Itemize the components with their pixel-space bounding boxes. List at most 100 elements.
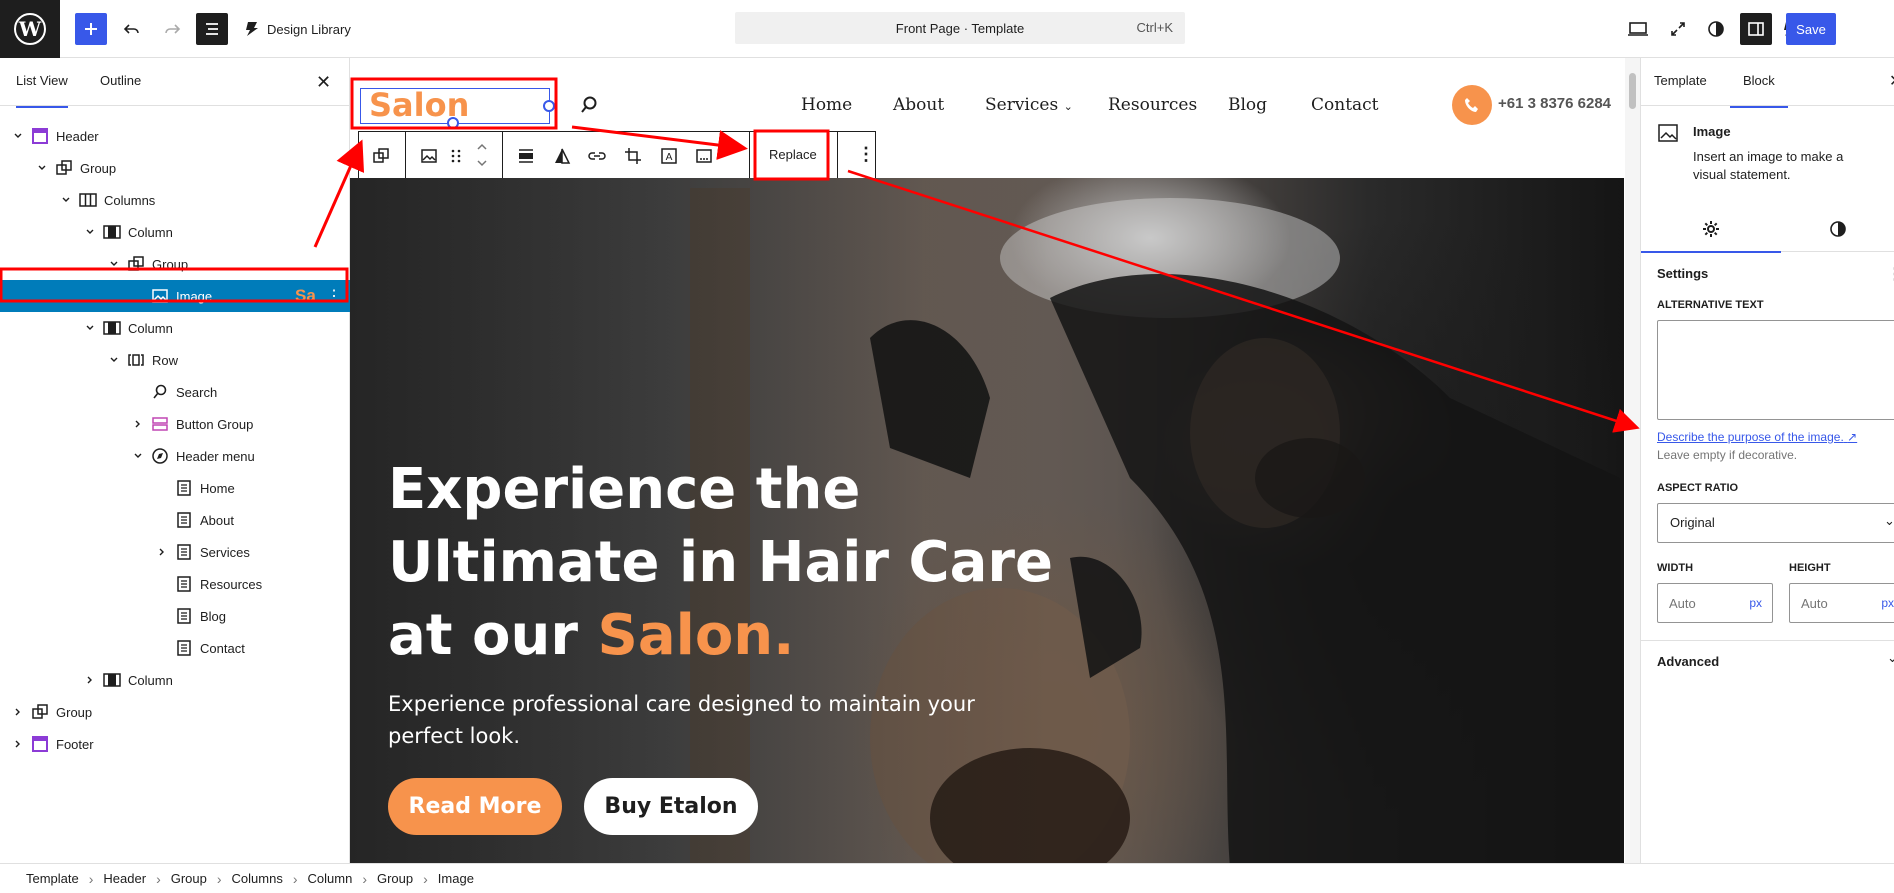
list-view-item[interactable]: Group [0,696,350,728]
width-input[interactable]: Auto px [1657,583,1773,623]
list-view-item[interactable]: About [0,504,350,536]
breadcrumb-item[interactable]: Column [308,871,353,886]
width-unit[interactable]: px [1749,596,1762,610]
breadcrumb-item[interactable]: Template [26,871,79,886]
add-block-icon[interactable] [75,13,107,45]
move-up-down-icon[interactable] [472,138,492,172]
resize-handle-right[interactable] [543,100,555,112]
chevron-down-icon[interactable] [82,224,98,240]
advanced-panel-toggle[interactable]: Advanced [1657,654,1719,669]
nav-home[interactable]: Home [801,95,852,115]
fullscreen-icon[interactable] [1662,13,1694,45]
styles-tab-icon[interactable] [1781,206,1894,252]
hero-cover[interactable]: Experience the Ultimate in Hair Care at … [350,178,1624,863]
redo-icon[interactable] [156,13,188,45]
styles-icon[interactable] [1700,13,1732,45]
crop-icon[interactable] [623,146,643,166]
save-button[interactable]: Save [1786,13,1836,45]
text-overlay-icon[interactable]: A [659,146,679,166]
list-view-item[interactable]: Row [0,344,350,376]
nav-resources[interactable]: Resources [1108,95,1197,115]
resize-handle-bottom[interactable] [447,117,459,129]
nav-contact[interactable]: Contact [1311,95,1379,115]
drag-handle-icon[interactable] [446,146,466,166]
close-icon[interactable]: ✕ [1889,71,1894,91]
breadcrumb-item[interactable]: Columns [232,871,283,886]
chevron-right-icon[interactable] [154,544,170,560]
phone-number[interactable]: +61 3 8376 6284 [1498,95,1611,112]
height-unit[interactable]: px [1881,596,1894,610]
height-input[interactable]: Auto px [1789,583,1894,623]
breadcrumb-item[interactable]: Image [438,871,474,886]
list-view-item[interactable]: Search [0,376,350,408]
chevron-down-icon[interactable]: ⌄ [1887,650,1894,666]
list-view-item[interactable]: Group [0,248,350,280]
canvas-scrollbar[interactable] [1625,58,1640,863]
phone-icon[interactable] [1452,85,1492,125]
alt-text-field[interactable] [1657,320,1894,420]
list-view-item[interactable]: Contact [0,632,350,664]
list-view-item[interactable]: Group [0,152,350,184]
command-palette-button[interactable]: Front Page · Template Ctrl+K [735,12,1185,44]
wordpress-logo-icon[interactable]: W [0,0,60,58]
list-view-item[interactable]: Button Group [0,408,350,440]
close-icon[interactable]: ✕ [316,72,331,93]
chevron-down-icon[interactable] [106,352,122,368]
chevron-right-icon[interactable] [82,672,98,688]
list-view-item[interactable]: Services [0,536,350,568]
tab-outline[interactable]: Outline [100,73,141,88]
duotone-filter-icon[interactable] [552,146,572,166]
parent-group-icon[interactable] [371,146,391,166]
settings-tab-icon[interactable] [1641,206,1781,253]
chevron-down-icon[interactable] [58,192,74,208]
breadcrumb-item[interactable]: Group [377,871,413,886]
search-icon[interactable] [578,94,600,116]
list-view-item[interactable]: Image Sa ⋮ [0,280,350,312]
list-view-item[interactable]: Resources [0,568,350,600]
chevron-right-icon[interactable] [130,416,146,432]
list-view-item[interactable]: Header menu [0,440,350,472]
chevron-right-icon[interactable] [10,736,26,752]
undo-icon[interactable] [116,13,148,45]
aspect-ratio-select[interactable]: Original ⌄ [1657,503,1894,543]
nav-services[interactable]: Services ⌄ [985,95,1073,115]
nav-about[interactable]: About [893,95,944,115]
list-view-item[interactable]: Column [0,312,350,344]
replace-button[interactable]: Replace [769,147,817,162]
buy-etalon-button[interactable]: Buy Etalon [584,778,758,835]
desktop-view-icon[interactable] [1622,13,1654,45]
link-icon[interactable] [587,146,607,166]
list-view-item[interactable]: Footer [0,728,350,760]
hero-subheading[interactable]: Experience professional care designed to… [388,688,1008,752]
breadcrumb-item[interactable]: Header [103,871,146,886]
hero-heading[interactable]: Experience the Ultimate in Hair Care at … [388,453,1088,672]
item-options-icon[interactable]: ⋮ [326,286,342,306]
alt-text-help-link[interactable]: Describe the purpose of the image. ↗ [1657,430,1857,444]
read-more-button[interactable]: Read More [388,778,562,835]
list-view-item[interactable]: Column [0,216,350,248]
chevron-down-icon[interactable] [82,320,98,336]
document-overview-icon[interactable] [196,13,228,45]
list-view-item[interactable]: Header [0,120,350,152]
tab-block[interactable]: Block [1730,73,1788,108]
more-options-icon[interactable]: ⋮ [857,144,875,165]
design-library-button[interactable]: Design Library [245,18,351,40]
list-view-item[interactable]: Columns [0,184,350,216]
tab-list-view[interactable]: List View [16,73,68,108]
chevron-down-icon[interactable] [106,256,122,272]
scrollbar-thumb[interactable] [1629,73,1636,109]
caption-icon[interactable] [694,146,714,166]
chevron-down-icon[interactable] [34,160,50,176]
settings-panel-icon[interactable] [1740,13,1772,45]
list-view-item[interactable]: Column [0,664,350,696]
nav-blog[interactable]: Blog [1228,95,1267,115]
list-view-item[interactable]: Blog [0,600,350,632]
chevron-down-icon[interactable] [10,128,26,144]
section-options-icon[interactable]: ⋮ [1887,264,1894,284]
chevron-down-icon[interactable] [130,448,146,464]
tab-template[interactable]: Template [1654,73,1707,88]
breadcrumb-item[interactable]: Group [171,871,207,886]
image-block-icon[interactable] [419,146,439,166]
list-view-item[interactable]: Home [0,472,350,504]
align-icon[interactable] [516,146,536,166]
